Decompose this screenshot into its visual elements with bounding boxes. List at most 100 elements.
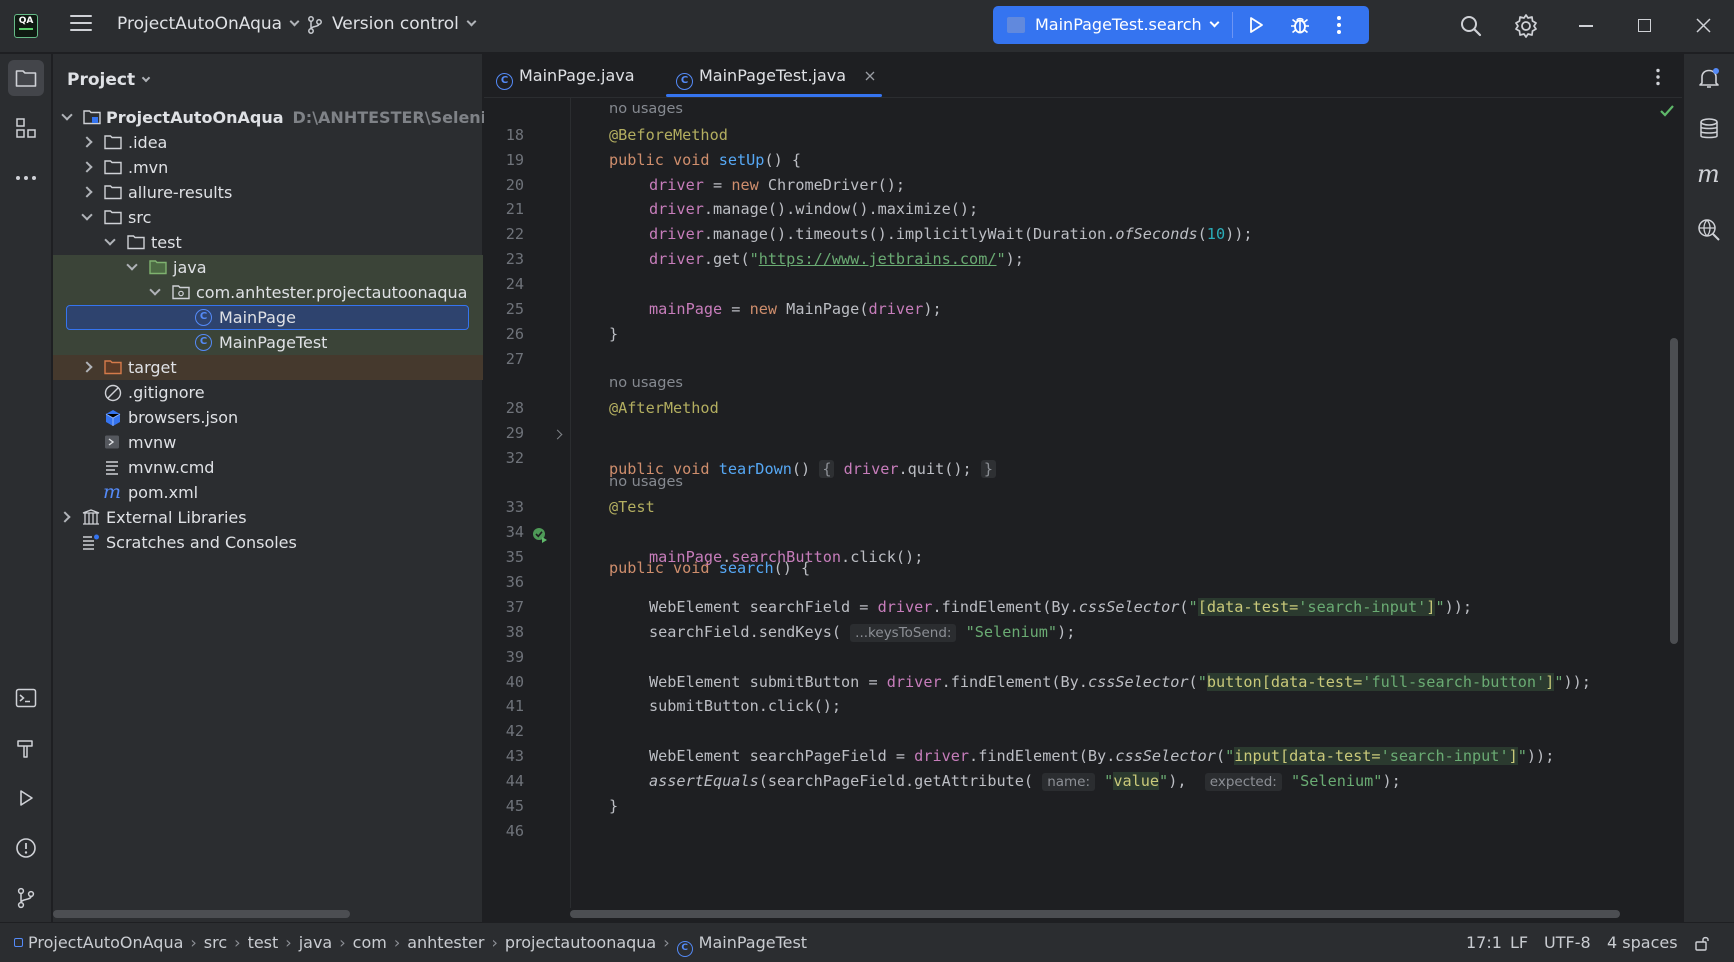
notifications-bell-icon[interactable] (1697, 66, 1721, 90)
ignore-file-icon (104, 384, 122, 402)
branch-icon (17, 887, 35, 909)
class-icon: C (496, 73, 513, 90)
minimize-icon[interactable] (1579, 25, 1593, 27)
tree-item-mvnw-cmd[interactable]: mvnw.cmd (53, 455, 483, 480)
project-selector[interactable]: ProjectAutoOnAqua (117, 14, 300, 34)
tree-item-mvn[interactable]: .mvn (53, 155, 483, 180)
code-line: 25 mainPage = new MainPage(driver); (505, 300, 942, 318)
app-logo[interactable]: QA (14, 14, 38, 38)
breadcrumb-item[interactable]: java (299, 933, 333, 952)
debug-icon[interactable] (1289, 14, 1311, 36)
chevron-down-icon (466, 16, 477, 27)
maven-icon: m (103, 481, 122, 503)
breadcrumb-item[interactable]: src (204, 933, 227, 952)
no-problems-check-icon[interactable] (1659, 104, 1675, 118)
caret-position[interactable]: 17:1 (1466, 933, 1502, 952)
run-test-gutter-icon[interactable] (531, 526, 549, 544)
title-bar: QA ProjectAutoOnAqua Version control Mai… (0, 0, 1734, 53)
tree-item-src[interactable]: src (53, 205, 483, 230)
run-config-selector[interactable]: MainPageTest.search (1035, 15, 1220, 34)
maven-icon[interactable]: m (1697, 160, 1720, 188)
code-line: 23 driver.get("https://www.jetbrains.com/… (505, 250, 1024, 268)
tree-item-gitignore[interactable]: .gitignore (53, 380, 483, 405)
tree-item-mvnw[interactable]: mvnw (53, 430, 483, 455)
code-line: 26} (505, 325, 619, 343)
more-tools-button[interactable] (8, 160, 44, 196)
structure-tool-button[interactable] (8, 110, 44, 146)
maximize-icon[interactable] (1638, 19, 1651, 32)
usages-hint[interactable]: no usages (609, 101, 683, 117)
folder-icon (104, 185, 122, 200)
folder-icon (127, 235, 145, 250)
git-tool-button[interactable] (8, 880, 44, 916)
usages-hint[interactable]: no usages (609, 474, 683, 490)
tree-item-mainpage[interactable]: C MainPage (53, 305, 483, 330)
tree-item-mainpagetest[interactable]: C MainPageTest (53, 330, 483, 355)
code-line: 35 mainPage.searchButton.click(); (505, 548, 924, 566)
tree-item-external-libraries[interactable]: External Libraries (53, 505, 483, 530)
more-vertical-icon[interactable] (1655, 68, 1661, 86)
tree-item-root[interactable]: ProjectAutoOnAqua D:\ANHTESTER\SeleniumJ (53, 105, 520, 130)
status-bar: ProjectAutoOnAqua › src › test › java › com › anht… (0, 922, 1734, 962)
code-line: 45} (505, 797, 619, 815)
close-tab-icon[interactable] (865, 71, 875, 81)
unlock-icon[interactable] (1694, 935, 1710, 951)
class-icon: C (676, 73, 693, 90)
tree-item-test[interactable]: test (53, 230, 483, 255)
database-icon[interactable] (1698, 117, 1720, 141)
tree-item-package[interactable]: com.anhtester.projectautoonaqua (53, 280, 483, 305)
tree-item-scratches[interactable]: Scratches and Consoles (53, 530, 483, 555)
code-line: 18 @BeforeMethod (505, 126, 728, 144)
chevron-down-icon (1209, 17, 1220, 28)
breadcrumb-item[interactable]: anhtester (407, 933, 484, 952)
fold-expand-icon[interactable] (552, 429, 563, 440)
code-line: 28 @AfterMethod (505, 399, 719, 417)
breadcrumb-item[interactable]: MainPageTest (699, 933, 807, 952)
main-menu-button[interactable] (70, 15, 92, 33)
tree-item-java[interactable]: java (53, 255, 483, 280)
tree-item-pom-xml[interactable]: m pom.xml (53, 480, 483, 505)
terminal-tool-button[interactable] (8, 680, 44, 716)
breadcrumb-item[interactable]: test (248, 933, 279, 952)
tab-mainpagetest-java[interactable]: C MainPageTest.java (676, 66, 875, 90)
more-vertical-icon[interactable] (1336, 15, 1342, 35)
web-inspect-icon[interactable] (1697, 218, 1721, 242)
editor-vertical-scrollbar[interactable] (1670, 338, 1678, 644)
tree-item-target[interactable]: target (53, 355, 483, 380)
run-config-icon (1007, 17, 1025, 33)
editor-horizontal-scrollbar[interactable] (570, 910, 1620, 918)
usages-hint[interactable]: no usages (609, 375, 683, 391)
project-name: ProjectAutoOnAqua (117, 14, 283, 34)
code-line: 40 WebElement submitButton = driver.findE… (505, 673, 1591, 691)
version-control-menu[interactable]: Version control (332, 14, 477, 34)
parameter-hint: name: (1042, 773, 1096, 791)
line-separator[interactable]: LF (1510, 933, 1528, 952)
close-icon[interactable] (1696, 18, 1711, 33)
tree-item-browsers-json[interactable]: browsers.json (53, 405, 483, 430)
project-panel-title[interactable]: Project (67, 70, 151, 90)
code-line: 42 (505, 722, 524, 740)
chevron-down-icon (61, 109, 73, 121)
tree-item-allure-results[interactable]: allure-results (53, 180, 483, 205)
problems-tool-button[interactable] (8, 830, 44, 866)
breadcrumb-item[interactable]: com (353, 933, 387, 952)
code-line: 22 driver.manage().timeouts().implicitlyW… (505, 225, 1253, 243)
project-horizontal-scrollbar[interactable] (53, 910, 350, 918)
file-encoding[interactable]: UTF-8 (1544, 933, 1591, 952)
tab-mainpage-java[interactable]: C MainPage.java (496, 66, 635, 90)
tree-item-idea[interactable]: .idea (53, 130, 483, 155)
breadcrumb-item[interactable]: projectautoonaqua (505, 933, 656, 952)
project-tool-button[interactable] (8, 60, 44, 96)
run-tool-button[interactable] (8, 780, 44, 816)
code-line: 19 public void setUp() { (505, 151, 802, 169)
settings-gear-icon[interactable] (1513, 13, 1539, 39)
indent-setting[interactable]: 4 spaces (1607, 933, 1678, 952)
terminal-icon (15, 688, 37, 708)
build-tool-button[interactable] (8, 730, 44, 766)
breadcrumb-item[interactable]: ProjectAutoOnAqua (28, 933, 183, 952)
url-link[interactable]: https://www.jetbrains.com/ (759, 250, 997, 268)
search-icon[interactable] (1459, 14, 1483, 38)
code-line: 38 searchField.sendKeys( ...keysToSend: "… (505, 623, 1076, 642)
run-icon[interactable] (1246, 15, 1266, 35)
code-line: 32 (505, 449, 524, 467)
